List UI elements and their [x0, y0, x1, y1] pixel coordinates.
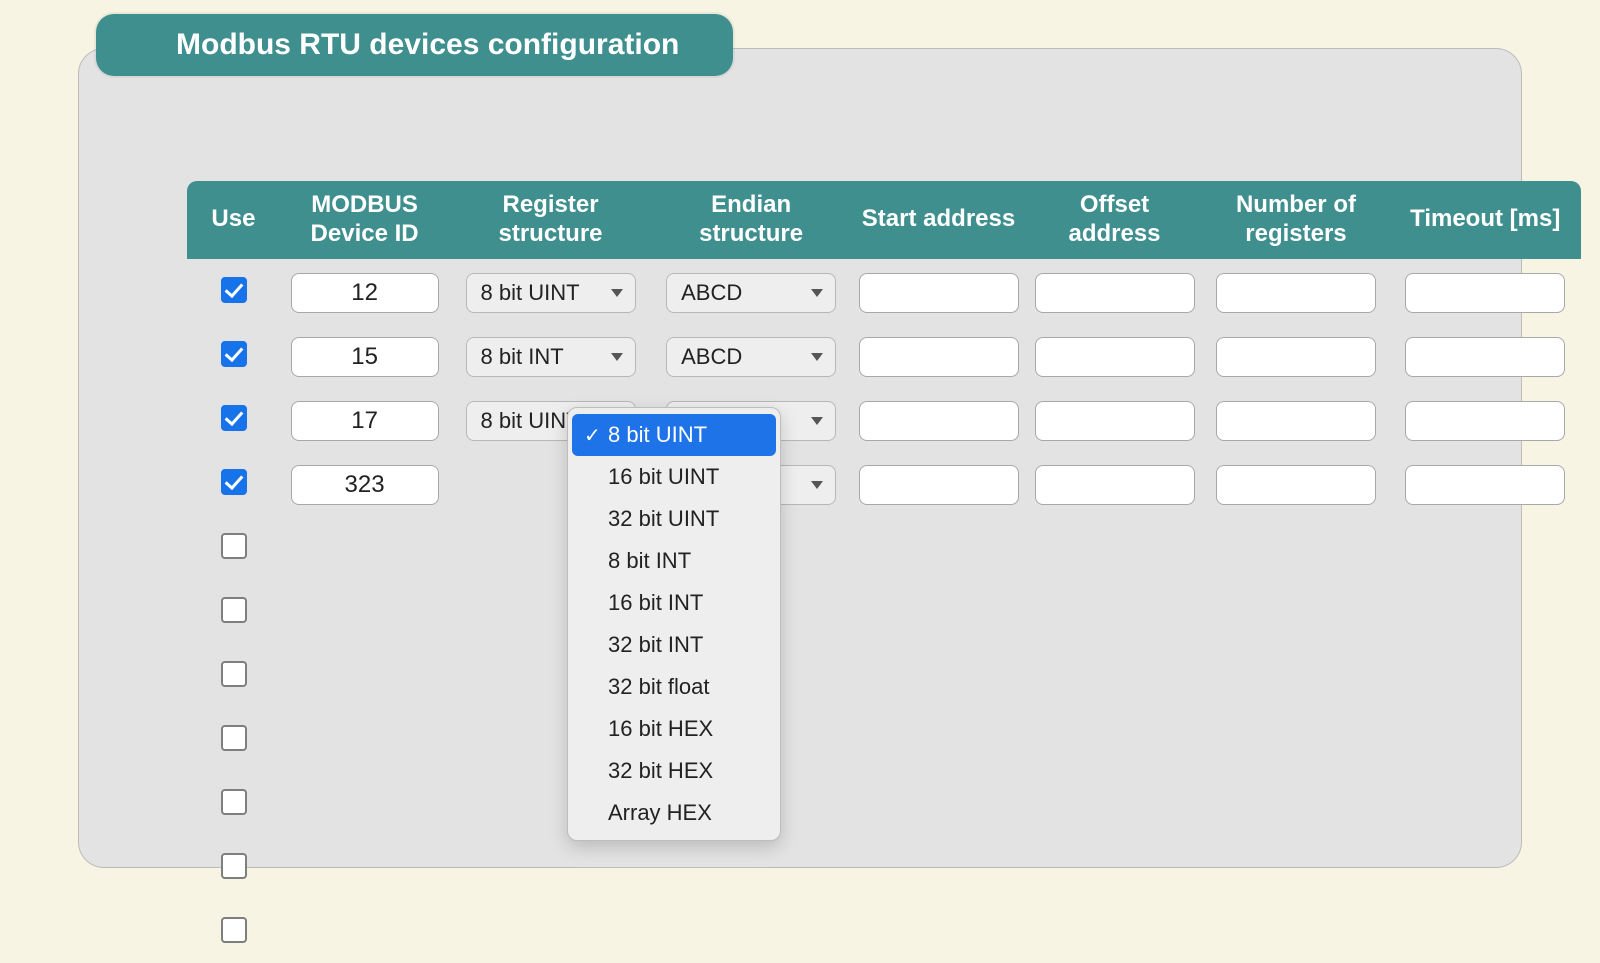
col-number-registers: Number of registers — [1203, 181, 1390, 259]
start-address-input[interactable] — [859, 465, 1019, 505]
dropdown-option[interactable]: 32 bit HEX — [568, 750, 780, 792]
device-id-input[interactable] — [291, 337, 439, 377]
chevron-down-icon — [811, 417, 823, 425]
register-structure-select[interactable]: 8 bit UINT — [466, 273, 636, 313]
dropdown-option[interactable]: Array HEX — [568, 792, 780, 834]
dropdown-option[interactable]: 32 bit INT — [568, 624, 780, 666]
use-checkbox[interactable] — [221, 725, 247, 751]
endian-structure-select[interactable]: ABCD — [666, 337, 836, 377]
register-structure-dropdown[interactable]: 8 bit UINT16 bit UINT32 bit UINT8 bit IN… — [567, 407, 781, 841]
chevron-down-icon — [611, 353, 623, 361]
table-row: 8 bit INT ABCD — [187, 323, 1581, 387]
table-row — [187, 771, 1581, 835]
chevron-down-icon — [611, 289, 623, 297]
dropdown-option[interactable]: 16 bit INT — [568, 582, 780, 624]
use-checkbox[interactable] — [221, 917, 247, 943]
use-checkbox[interactable] — [221, 469, 247, 495]
use-checkbox[interactable] — [221, 533, 247, 559]
number-registers-input[interactable] — [1216, 273, 1376, 313]
dropdown-option[interactable]: 32 bit float — [568, 666, 780, 708]
table-row — [187, 899, 1581, 963]
col-endian-structure: Endian structure — [652, 181, 851, 259]
device-id-input[interactable] — [291, 273, 439, 313]
dropdown-option[interactable]: 8 bit UINT — [572, 414, 776, 456]
col-start-address: Start address — [851, 181, 1027, 259]
table-row — [187, 707, 1581, 771]
timeout-input[interactable] — [1405, 273, 1565, 313]
table-row — [187, 835, 1581, 899]
offset-address-input[interactable] — [1035, 401, 1195, 441]
register-structure-select[interactable]: 8 bit INT — [466, 337, 636, 377]
table-row — [187, 515, 1581, 579]
endian-structure-value: ABCD — [681, 344, 742, 370]
device-id-input[interactable] — [291, 401, 439, 441]
chevron-down-icon — [811, 353, 823, 361]
config-panel: Use MODBUS Device ID Register structure … — [78, 48, 1522, 868]
timeout-input[interactable] — [1405, 465, 1565, 505]
offset-address-input[interactable] — [1035, 273, 1195, 313]
table-row: 8 bit UINTABCD — [187, 451, 1581, 515]
col-offset-address: Offset address — [1027, 181, 1203, 259]
start-address-input[interactable] — [859, 401, 1019, 441]
timeout-input[interactable] — [1405, 401, 1565, 441]
timeout-input[interactable] — [1405, 337, 1565, 377]
col-device-id: MODBUS Device ID — [280, 181, 449, 259]
table-header-row: Use MODBUS Device ID Register structure … — [187, 181, 1581, 259]
col-use: Use — [187, 181, 280, 259]
use-checkbox[interactable] — [221, 853, 247, 879]
endian-structure-value: ABCD — [681, 280, 742, 306]
chevron-down-icon — [811, 289, 823, 297]
number-registers-input[interactable] — [1216, 401, 1376, 441]
endian-structure-select[interactable]: ABCD — [666, 273, 836, 313]
start-address-input[interactable] — [859, 273, 1019, 313]
register-structure-value: 8 bit UINT — [481, 408, 580, 434]
config-table-wrap: Use MODBUS Device ID Register structure … — [187, 181, 1581, 963]
device-id-input[interactable] — [291, 465, 439, 505]
start-address-input[interactable] — [859, 337, 1019, 377]
use-checkbox[interactable] — [221, 277, 247, 303]
use-checkbox[interactable] — [221, 597, 247, 623]
use-checkbox[interactable] — [221, 405, 247, 431]
use-checkbox[interactable] — [221, 341, 247, 367]
table-row: 8 bit UINTABCD — [187, 387, 1581, 451]
use-checkbox[interactable] — [221, 661, 247, 687]
table-row: 8 bit UINT ABCD — [187, 259, 1581, 323]
config-table: Use MODBUS Device ID Register structure … — [187, 181, 1581, 963]
register-structure-value: 8 bit UINT — [481, 280, 580, 306]
table-row — [187, 643, 1581, 707]
dropdown-option[interactable]: 32 bit UINT — [568, 498, 780, 540]
number-registers-input[interactable] — [1216, 337, 1376, 377]
number-registers-input[interactable] — [1216, 465, 1376, 505]
chevron-down-icon — [811, 481, 823, 489]
col-register-structure: Register structure — [449, 181, 651, 259]
panel-title: Modbus RTU devices configuration — [96, 14, 733, 76]
register-structure-value: 8 bit INT — [481, 344, 564, 370]
dropdown-option[interactable]: 16 bit HEX — [568, 708, 780, 750]
offset-address-input[interactable] — [1035, 337, 1195, 377]
dropdown-option[interactable]: 16 bit UINT — [568, 456, 780, 498]
offset-address-input[interactable] — [1035, 465, 1195, 505]
col-timeout: Timeout [ms] — [1389, 181, 1581, 259]
use-checkbox[interactable] — [221, 789, 247, 815]
dropdown-option[interactable]: 8 bit INT — [568, 540, 780, 582]
table-row — [187, 579, 1581, 643]
